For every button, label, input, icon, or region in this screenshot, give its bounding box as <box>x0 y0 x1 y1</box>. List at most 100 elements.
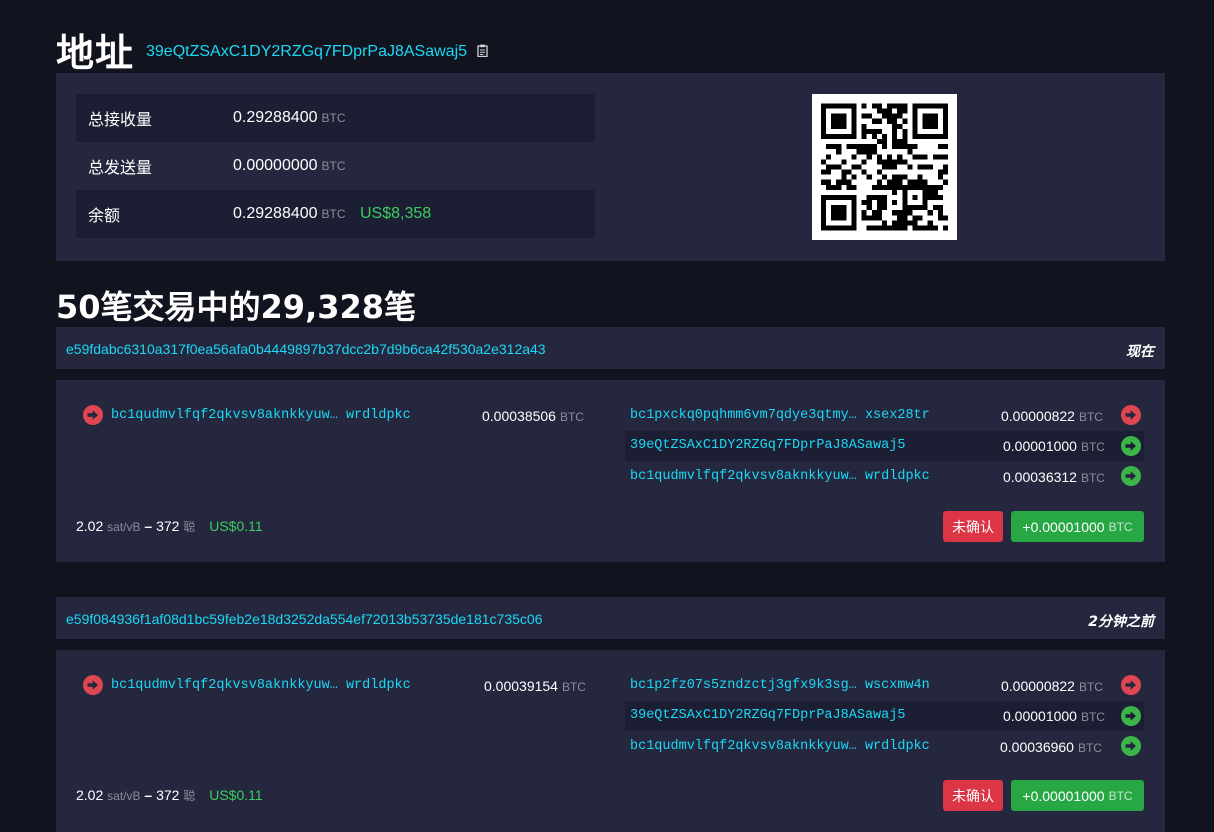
amount-unit: BTC <box>1080 440 1105 454</box>
amount-unit: BTC <box>1080 710 1105 724</box>
transaction-time: 现在 <box>1126 344 1154 360</box>
arrow-circle-right-icon[interactable] <box>83 405 103 425</box>
transaction-output: bc1p2fz07s5zndzctj3gfx9k3sg… wscxmw4n 0.… <box>625 671 1144 701</box>
output-address-link[interactable]: 39eQtZSAxC1DY2RZGq7FDprPaJ8ASawaj5 <box>630 708 905 723</box>
balance-fiat: US$8,358 <box>359 205 432 222</box>
transaction-header: e59f084936f1af08d1bc59feb2e18d3252da554e… <box>56 597 1165 639</box>
amount-value: 0.00000822 <box>1001 408 1075 424</box>
amount-value: 0.00036312 <box>1003 469 1077 485</box>
output-amount: 0.00001000 BTC <box>1003 438 1105 454</box>
output-amount: 0.00000822 BTC <box>1001 408 1103 424</box>
page-title: 地址 <box>56 31 135 75</box>
output-address-link[interactable]: bc1p2fz07s5zndzctj3gfx9k3sg… wscxmw4n <box>630 678 930 693</box>
arrow-circle-right-icon[interactable] <box>1121 736 1141 756</box>
fee-fiat: US$0.11 <box>209 518 263 534</box>
amount-unit: BTC <box>1080 471 1105 485</box>
arrow-circle-right-icon[interactable] <box>1121 405 1141 425</box>
summary-label: 余额 <box>88 206 121 225</box>
fee-info: 2.02 sat/vB – 372 聪 US$0.11 <box>76 787 263 804</box>
summary-row-total-sent: 总发送量 0.00000000 BTC <box>76 142 595 190</box>
amount-unit: BTC <box>1078 680 1103 694</box>
output-amount: 0.00036960 BTC <box>1000 739 1102 755</box>
transactions-heading: 50笔交易中的29,328笔 <box>56 288 417 326</box>
vsize: 372 <box>156 787 180 803</box>
delta-unit: BTC <box>1108 519 1133 534</box>
amount-unit: BTC <box>1077 741 1102 755</box>
amount-value: 0.00036960 <box>1000 739 1074 755</box>
amount-value: 0.00001000 <box>1003 438 1077 454</box>
fee-fiat: US$0.11 <box>209 787 263 803</box>
fee-rate-unit: sat/vB <box>107 789 141 803</box>
amount-unit: BTC <box>561 680 586 694</box>
delta-unit: BTC <box>1108 788 1133 803</box>
transaction-output: 39eQtZSAxC1DY2RZGq7FDprPaJ8ASawaj5 0.000… <box>625 431 1144 461</box>
unconfirmed-button[interactable]: 未确认 <box>943 511 1003 542</box>
input-address-link[interactable]: bc1qudmvlfqf2qkvsv8aknkkyuw… wrdldpkc <box>111 678 411 693</box>
delta-value: +0.00001000 <box>1022 518 1105 535</box>
fee-rate-unit: sat/vB <box>107 520 141 534</box>
clipboard-icon[interactable] <box>477 44 489 58</box>
summary-unit: BTC <box>321 207 346 221</box>
amount-value: 0.00039154 <box>484 678 558 694</box>
delta-value: +0.00001000 <box>1022 787 1105 804</box>
amount-delta-button[interactable]: +0.00001000 BTC <box>1011 780 1144 811</box>
fee-rate: 2.02 <box>76 518 104 534</box>
transaction-output: bc1pxckq0pqhmm6vm7qdye3qtmy… xsex28tr 0.… <box>625 401 1144 431</box>
transaction-output: bc1qudmvlfqf2qkvsv8aknkkyuw… wrdldpkc 0.… <box>625 732 1144 762</box>
fee-rate: 2.02 <box>76 787 104 803</box>
fee-info: 2.02 sat/vB – 372 聪 US$0.11 <box>76 518 263 535</box>
transaction-body: bc1qudmvlfqf2qkvsv8aknkkyuw… wrdldpkc 0.… <box>56 380 1165 562</box>
output-amount: 0.00000822 BTC <box>1001 678 1103 694</box>
arrow-circle-right-icon[interactable] <box>1121 675 1141 695</box>
amount-unit: BTC <box>1078 410 1103 424</box>
transaction-output: bc1qudmvlfqf2qkvsv8aknkkyuw… wrdldpkc 0.… <box>625 462 1144 492</box>
summary-amount: 0.00000000 <box>233 157 318 174</box>
address-header: 39eQtZSAxC1DY2RZGq7FDprPaJ8ASawaj5 <box>146 43 489 61</box>
input-amount: 0.00039154 BTC <box>484 678 586 694</box>
summary-row-total-received: 总接收量 0.29288400 BTC <box>76 94 595 142</box>
transaction-header: e59fdabc6310a317f0ea56afa0b4449897b37dcc… <box>56 327 1165 369</box>
summary-unit: BTC <box>321 111 346 125</box>
summary-unit: BTC <box>321 159 346 173</box>
unconfirmed-button[interactable]: 未确认 <box>943 780 1003 811</box>
address-link[interactable]: 39eQtZSAxC1DY2RZGq7FDprPaJ8ASawaj5 <box>146 43 467 60</box>
output-amount: 0.00036312 BTC <box>1003 469 1105 485</box>
amount-value: 0.00001000 <box>1003 708 1077 724</box>
summary-amount: 0.29288400 <box>233 205 318 222</box>
amount-unit: BTC <box>559 410 584 424</box>
output-address-link[interactable]: bc1pxckq0pqhmm6vm7qdye3qtmy… xsex28tr <box>630 408 930 423</box>
arrow-circle-right-icon[interactable] <box>1121 466 1141 486</box>
txid-link[interactable]: e59f084936f1af08d1bc59feb2e18d3252da554e… <box>66 611 542 627</box>
arrow-circle-right-icon[interactable] <box>83 675 103 695</box>
amount-delta-button[interactable]: +0.00001000 BTC <box>1011 511 1144 542</box>
fee-dash: – <box>144 787 153 803</box>
output-address-link[interactable]: bc1qudmvlfqf2qkvsv8aknkkyuw… wrdldpkc <box>630 739 930 754</box>
output-address-link[interactable]: 39eQtZSAxC1DY2RZGq7FDprPaJ8ASawaj5 <box>630 438 905 453</box>
transaction-input: bc1qudmvlfqf2qkvsv8aknkkyuw… wrdldpkc 0.… <box>76 671 595 701</box>
transaction-time: 2分钟之前 <box>1088 614 1154 630</box>
summary-value: 0.00000000 BTC <box>233 157 346 175</box>
address-summary-panel: 总接收量 0.29288400 BTC 总发送量 0.00000000 BTC 余额… <box>56 73 1165 261</box>
transaction-output: 39eQtZSAxC1DY2RZGq7FDprPaJ8ASawaj5 0.000… <box>625 701 1144 731</box>
output-amount: 0.00001000 BTC <box>1003 708 1105 724</box>
summary-label: 总发送量 <box>88 158 153 177</box>
arrow-circle-right-icon[interactable] <box>1121 706 1141 726</box>
summary-value: 0.29288400 BTC US$8,358 <box>233 205 431 223</box>
vsize-unit: 聪 <box>183 789 196 803</box>
summary-value: 0.29288400 BTC <box>233 109 346 127</box>
vsize-unit: 聪 <box>183 520 196 534</box>
amount-value: 0.00000822 <box>1001 678 1075 694</box>
vsize: 372 <box>156 518 180 534</box>
input-amount: 0.00038506 BTC <box>482 408 584 424</box>
summary-label: 总接收量 <box>88 110 153 129</box>
output-address-link[interactable]: bc1qudmvlfqf2qkvsv8aknkkyuw… wrdldpkc <box>630 469 930 484</box>
fee-dash: – <box>144 518 153 534</box>
transaction-input: bc1qudmvlfqf2qkvsv8aknkkyuw… wrdldpkc 0.… <box>76 401 595 431</box>
qr-code-icon <box>812 94 957 240</box>
transaction-body: bc1qudmvlfqf2qkvsv8aknkkyuw… wrdldpkc 0.… <box>56 650 1165 832</box>
input-address-link[interactable]: bc1qudmvlfqf2qkvsv8aknkkyuw… wrdldpkc <box>111 408 411 423</box>
summary-amount: 0.29288400 <box>233 109 318 126</box>
amount-value: 0.00038506 <box>482 408 556 424</box>
arrow-circle-right-icon[interactable] <box>1121 436 1141 456</box>
txid-link[interactable]: e59fdabc6310a317f0ea56afa0b4449897b37dcc… <box>66 341 546 357</box>
